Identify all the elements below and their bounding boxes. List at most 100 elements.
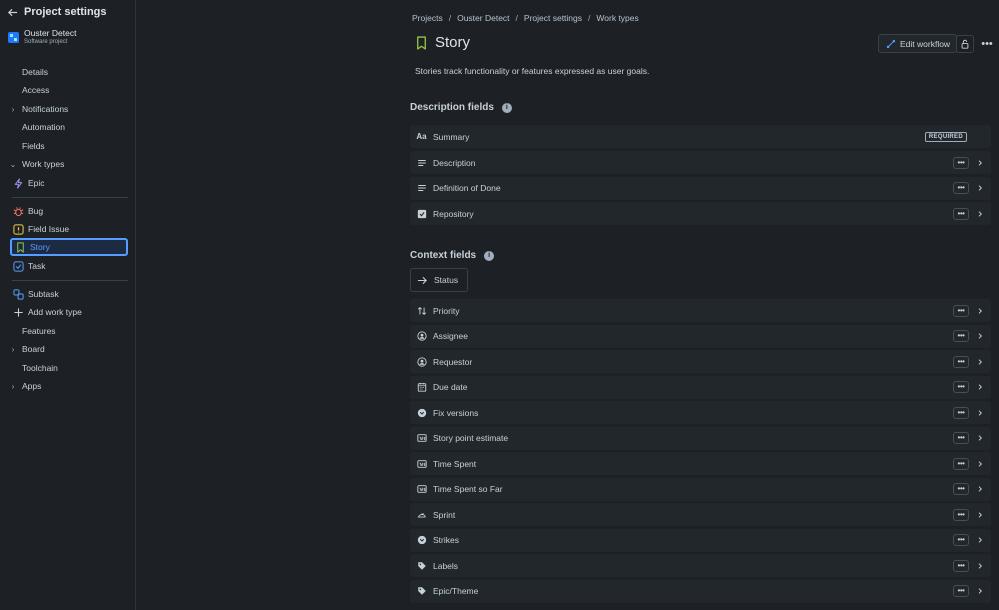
- more-options-button[interactable]: •••: [953, 304, 969, 317]
- work-type-label: Epic: [28, 178, 45, 188]
- chevron-right-icon[interactable]: [975, 534, 985, 546]
- sidebar-item-label: Notifications: [22, 104, 69, 114]
- field-row-sprint[interactable]: Sprint •••: [410, 503, 991, 526]
- sidebar-item-label: Automation: [22, 122, 65, 132]
- field-row-strikes[interactable]: Strikes •••: [410, 528, 991, 552]
- chevron-right-icon[interactable]: [975, 585, 985, 597]
- more-options-button[interactable]: •••: [953, 483, 969, 495]
- field-row-time-spent-so-far[interactable]: Time Spent so Far •••: [410, 477, 991, 501]
- divider: [12, 197, 128, 198]
- chevron-right-icon[interactable]: ›: [8, 345, 18, 354]
- chevron-right-icon[interactable]: [975, 560, 985, 572]
- more-options-button[interactable]: •••: [953, 559, 969, 572]
- work-type-task[interactable]: Task: [10, 257, 128, 275]
- calendar-icon: [416, 382, 427, 393]
- chevron-right-icon[interactable]: [975, 208, 985, 220]
- sidebar-item-details[interactable]: Details: [8, 64, 130, 80]
- work-type-story[interactable]: Story: [10, 238, 128, 256]
- field-label: Description: [433, 157, 476, 168]
- chevron-right-icon[interactable]: [975, 157, 985, 169]
- sidebar-item-label: Toolchain: [22, 363, 58, 373]
- more-options-button[interactable]: •••: [953, 457, 969, 470]
- sidebar-item-notifications[interactable]: › Notifications: [8, 101, 130, 117]
- field-row-story-point-estimate[interactable]: Story point estimate •••: [410, 426, 991, 450]
- more-options-button[interactable]: •••: [953, 508, 969, 521]
- breadcrumb-work-types[interactable]: Work types: [596, 13, 638, 23]
- tag-icon: [416, 586, 427, 597]
- field-row-description[interactable]: Description •••: [410, 151, 991, 174]
- chevron-right-icon[interactable]: [975, 509, 985, 521]
- sidebar-item-automation[interactable]: Automation: [8, 119, 130, 135]
- sidebar-item-label: Details: [22, 67, 48, 77]
- tag-icon: [416, 560, 427, 571]
- work-type-epic[interactable]: Epic: [10, 174, 128, 192]
- work-type-bug[interactable]: Bug: [10, 202, 128, 220]
- sidebar-item-fields[interactable]: Fields: [8, 138, 130, 154]
- sidebar-item-work-types[interactable]: ⌄ Work types: [8, 156, 130, 172]
- breadcrumb-projects[interactable]: Projects: [412, 13, 443, 23]
- field-row-due-date[interactable]: Due date •••: [410, 375, 991, 399]
- info-icon[interactable]: i: [484, 250, 495, 261]
- add-work-type-button[interactable]: Add work type: [10, 303, 128, 321]
- lock-button[interactable]: [956, 35, 974, 53]
- chevron-right-icon[interactable]: ›: [8, 382, 18, 391]
- more-options-button[interactable]: •••: [953, 381, 969, 393]
- field-row-repository[interactable]: Repository •••: [410, 202, 991, 225]
- more-options-button[interactable]: •••: [953, 534, 969, 546]
- edit-workflow-button[interactable]: Edit workflow: [878, 34, 958, 53]
- sidebar-item-features[interactable]: Features: [8, 323, 130, 339]
- chevron-right-icon[interactable]: [975, 305, 985, 317]
- work-type-field-issue[interactable]: Field Issue: [10, 220, 128, 238]
- more-options-button[interactable]: •••: [953, 207, 969, 220]
- chevron-right-icon[interactable]: [975, 330, 985, 342]
- more-options-button[interactable]: •••: [953, 585, 969, 597]
- chevron-right-icon[interactable]: [975, 483, 985, 495]
- chevron-right-icon[interactable]: [975, 182, 985, 194]
- work-type-label: Task: [28, 261, 46, 271]
- field-row-summary[interactable]: Aa Summary REQUIRED: [410, 125, 991, 148]
- page-header: Story: [414, 34, 470, 51]
- back-arrow-icon[interactable]: [6, 6, 18, 18]
- sidebar-item-apps[interactable]: › Apps: [8, 378, 130, 394]
- field-row-labels[interactable]: Labels •••: [410, 554, 991, 577]
- field-row-requestor[interactable]: Requestor •••: [410, 350, 991, 373]
- chevron-right-icon[interactable]: [975, 356, 985, 368]
- breadcrumb-project[interactable]: Ouster Detect: [457, 13, 509, 23]
- sidebar-item-board[interactable]: › Board: [8, 341, 130, 357]
- task-icon: [13, 260, 24, 272]
- text-aa-icon: Aa: [416, 132, 427, 141]
- number-icon: [416, 433, 427, 444]
- field-row-assignee[interactable]: Assignee •••: [410, 324, 991, 348]
- epic-icon: [13, 177, 24, 189]
- chevron-down-icon[interactable]: ⌄: [8, 160, 18, 169]
- chevron-right-icon[interactable]: [975, 381, 985, 393]
- field-row-priority[interactable]: Priority •••: [410, 299, 991, 322]
- field-row-definition-of-done[interactable]: Definition of Done •••: [410, 176, 991, 200]
- field-label: Summary: [433, 131, 470, 142]
- work-type-subtask[interactable]: Subtask: [10, 285, 128, 303]
- breadcrumb-project-settings[interactable]: Project settings: [524, 13, 582, 23]
- more-options-button[interactable]: •••: [953, 156, 969, 169]
- more-options-button[interactable]: •••: [953, 432, 969, 444]
- project-switcher[interactable]: Ouster Detect Software project: [8, 28, 76, 46]
- info-icon[interactable]: i: [501, 102, 512, 113]
- chevron-right-icon[interactable]: [975, 458, 985, 470]
- more-options-button[interactable]: •••: [953, 330, 969, 342]
- more-options-button[interactable]: •••: [953, 406, 969, 419]
- work-type-description: Stories track functionality or features …: [415, 66, 650, 76]
- field-row-fix-versions[interactable]: Fix versions •••: [410, 401, 991, 424]
- more-options-button[interactable]: •••: [953, 182, 969, 194]
- field-row-time-spent[interactable]: Time Spent •••: [410, 452, 991, 475]
- more-options-button[interactable]: •••: [953, 355, 969, 368]
- required-badge: REQUIRED: [924, 131, 967, 142]
- field-row-epic-theme[interactable]: Epic/Theme •••: [410, 579, 991, 603]
- chevron-right-icon[interactable]: [975, 432, 985, 444]
- dropdown-circle-icon: [416, 535, 427, 546]
- workflow-icon: [885, 38, 896, 49]
- sidebar-item-toolchain[interactable]: Toolchain: [8, 360, 130, 376]
- chevron-right-icon[interactable]: ›: [8, 105, 18, 114]
- more-actions-button[interactable]: •••: [979, 35, 995, 53]
- sidebar-item-access[interactable]: Access: [8, 82, 130, 98]
- chevron-right-icon[interactable]: [975, 407, 985, 419]
- status-field-card[interactable]: Status: [410, 268, 468, 292]
